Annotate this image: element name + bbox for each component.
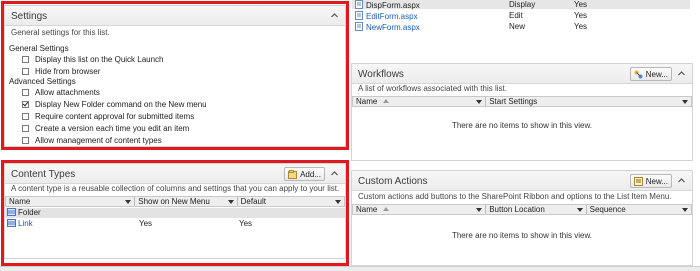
add-icon: [288, 169, 298, 179]
chevron-up-icon[interactable]: [677, 176, 686, 185]
custom-actions-column-headers: Name Button Location Sequence: [352, 204, 692, 215]
workflow-icon: [634, 70, 643, 78]
table-row: Folder: [5, 208, 345, 218]
form-name[interactable]: EditForm.aspx: [366, 12, 418, 21]
form-type: Display: [509, 0, 536, 9]
column-header-button-location[interactable]: Button Location: [486, 205, 587, 214]
table-row: NewForm.aspx New Yes: [352, 22, 690, 32]
column-header-start-settings[interactable]: Start Settings: [486, 97, 691, 106]
column-header-name[interactable]: Name: [353, 205, 487, 214]
column-header-sequence[interactable]: Sequence: [587, 205, 691, 214]
settings-panel: Settings General settings for this list.…: [4, 5, 346, 147]
custom-actions-panel: Custom Actions New... Custom actions add…: [351, 170, 693, 266]
column-header-name[interactable]: Name: [353, 97, 487, 106]
file-icon: [355, 11, 363, 20]
checkbox-versioning[interactable]: Create a version each time you edit an i…: [22, 123, 189, 133]
new-workflow-button[interactable]: New...: [629, 67, 672, 81]
forms-list: DispForm.aspx Display Yes EditForm.aspx …: [352, 0, 700, 34]
column-header-name[interactable]: Name: [6, 197, 136, 206]
column-header-show-on-new-menu[interactable]: Show on New Menu: [135, 197, 238, 206]
file-icon: [355, 0, 363, 9]
checkbox[interactable]: [22, 55, 29, 63]
chevron-up-icon[interactable]: [330, 11, 339, 20]
custom-actions-empty-message: There are no items to show in this view.: [451, 231, 593, 240]
form-type: Edit: [509, 11, 523, 20]
content-types-panel: Content Types Add... A content type is a…: [4, 163, 346, 259]
custom-actions-header: Custom Actions New...: [352, 171, 692, 191]
advanced-settings-heading: Advanced Settings: [9, 77, 76, 86]
content-type-icon: [7, 219, 16, 227]
checkbox[interactable]: [22, 88, 29, 96]
table-row: EditForm.aspx Edit Yes: [352, 11, 690, 21]
custom-actions-title: Custom Actions: [358, 176, 428, 187]
checkbox[interactable]: [22, 112, 29, 120]
workflows-description: A list of workflows associated with this…: [358, 84, 507, 93]
settings-header: Settings: [5, 6, 345, 26]
checkbox-hide-from-browser[interactable]: Hide from browser: [22, 66, 100, 76]
chevron-up-icon[interactable]: [677, 69, 686, 78]
table-row: DispForm.aspx Display Yes: [352, 0, 690, 10]
content-type-icon: [7, 208, 16, 216]
file-icon: [355, 22, 363, 31]
settings-description: General settings for this list.: [11, 28, 110, 37]
form-type: New: [509, 22, 526, 31]
content-type-name[interactable]: Folder: [18, 208, 41, 217]
custom-actions-description: Custom actions add buttons to the ShareP…: [358, 192, 672, 201]
new-custom-action-button[interactable]: New...: [629, 174, 672, 188]
content-type-show: Yes: [139, 219, 153, 228]
content-types-header: Content Types Add...: [5, 164, 345, 184]
content-types-title: Content Types: [11, 169, 76, 180]
workflows-header: Workflows New...: [352, 64, 692, 84]
content-types-description: A content type is a reusable collection …: [11, 184, 340, 193]
checkbox-manage-content-types[interactable]: Allow management of content types: [22, 135, 162, 145]
workflows-empty-message: There are no items to show in this view.: [451, 121, 593, 130]
form-default: Yes: [574, 22, 588, 31]
checkbox[interactable]: [22, 124, 29, 132]
chevron-up-icon[interactable]: [330, 169, 339, 178]
workflows-column-headers: Name Start Settings: [352, 96, 692, 107]
checkbox-allow-attachments[interactable]: Allow attachments: [22, 87, 100, 97]
checkbox[interactable]: [22, 100, 29, 108]
settings-title: Settings: [11, 11, 48, 22]
general-settings-heading: General Settings: [9, 44, 69, 53]
checkbox[interactable]: [22, 136, 29, 144]
table-row: Link Yes Yes: [5, 219, 345, 229]
form-default: Yes: [574, 11, 588, 20]
form-name[interactable]: DispForm.aspx: [366, 1, 420, 10]
form-default: Yes: [574, 0, 588, 9]
checkbox-new-folder-command[interactable]: Display New Folder command on the New me…: [22, 99, 207, 109]
column-header-default[interactable]: Default: [238, 197, 344, 206]
workflows-title: Workflows: [358, 69, 404, 80]
content-type-default: Yes: [239, 219, 253, 228]
add-content-type-button[interactable]: Add...: [284, 167, 325, 181]
bottom-divider: [0, 266, 700, 271]
checkbox-quick-launch[interactable]: Display this list on the Quick Launch: [22, 54, 164, 64]
workflows-panel: Workflows New... A list of workflows ass…: [351, 63, 693, 161]
checkbox-content-approval[interactable]: Require content approval for submitted i…: [22, 111, 194, 121]
form-name[interactable]: NewForm.aspx: [366, 23, 420, 32]
content-types-column-headers: Name Show on New Menu Default: [5, 196, 345, 207]
checkbox[interactable]: [22, 67, 29, 75]
custom-action-icon: [633, 176, 643, 186]
content-type-name[interactable]: Link: [18, 219, 33, 228]
